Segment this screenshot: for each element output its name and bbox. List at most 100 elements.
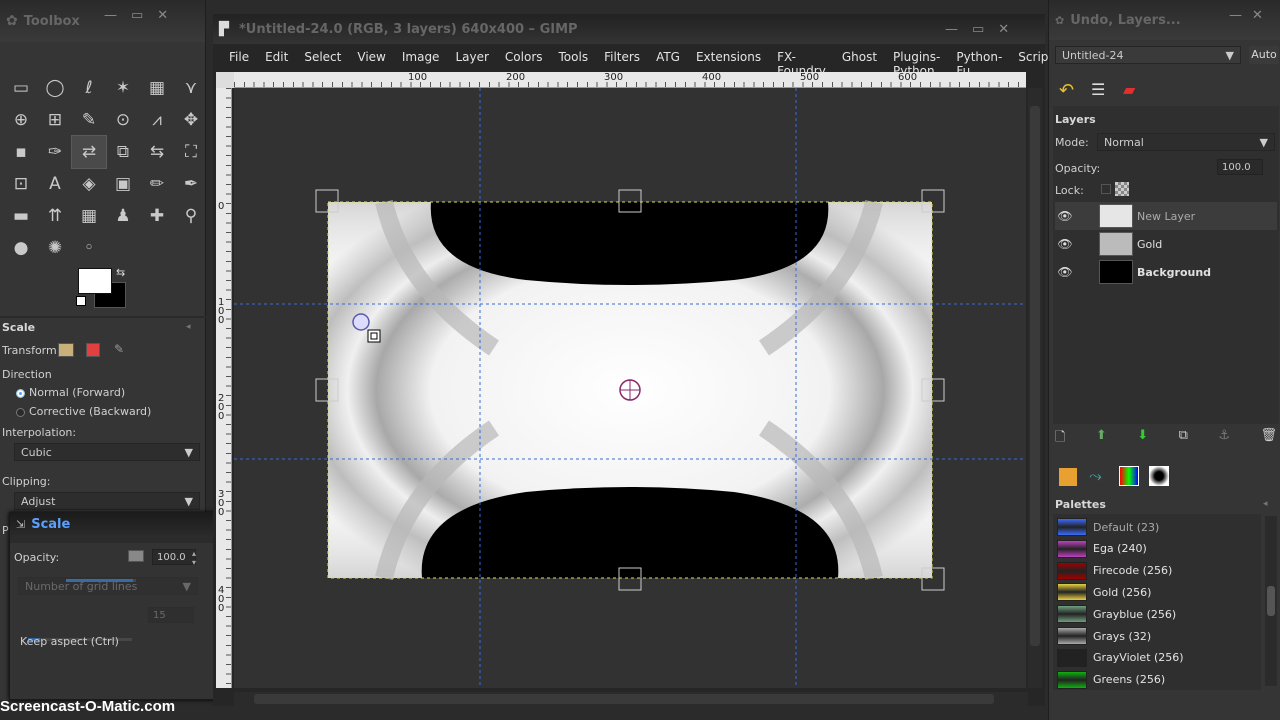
tool-button[interactable]: ✑ bbox=[38, 136, 72, 168]
grid-lines-select[interactable]: Number of grid lines ▼ bbox=[18, 577, 198, 595]
palette-item[interactable]: Ega (240) bbox=[1057, 538, 1263, 560]
direction-forward-radio[interactable]: Normal (Forward) bbox=[16, 386, 125, 399]
layer-row[interactable]: 👁 New Layer bbox=[1055, 202, 1277, 230]
auto-button[interactable]: Auto bbox=[1249, 46, 1279, 64]
tool-button[interactable]: ▦ bbox=[140, 72, 174, 104]
minimize-icon[interactable]: — bbox=[104, 8, 117, 23]
tool-button[interactable]: ◦ bbox=[72, 232, 106, 264]
horizontal-scrollbar[interactable] bbox=[234, 692, 1028, 706]
maximize-icon[interactable]: ▭ bbox=[972, 22, 984, 37]
panel-menu-icon[interactable]: ◂ bbox=[1263, 499, 1268, 509]
tool-button[interactable]: ⊙ bbox=[106, 104, 140, 136]
close-icon[interactable]: ✕ bbox=[1252, 8, 1263, 23]
layer-row[interactable]: 👁 Background bbox=[1055, 258, 1277, 286]
tool-button[interactable]: ✺ bbox=[38, 232, 72, 264]
eye-icon[interactable]: 👁 bbox=[1055, 265, 1075, 279]
scrollbar-thumb[interactable] bbox=[1030, 106, 1040, 646]
panel-menu-icon[interactable]: ◂ bbox=[186, 322, 191, 332]
tool-button[interactable]: ⧉ bbox=[106, 136, 140, 168]
tool-button[interactable]: ⊞ bbox=[38, 104, 72, 136]
undo-history-icon[interactable]: ↶ bbox=[1059, 80, 1074, 101]
tool-button[interactable]: ▬ bbox=[4, 200, 38, 232]
spin-arrows-icon[interactable]: ▴ ▾ bbox=[192, 549, 196, 567]
ruler-corner[interactable] bbox=[216, 72, 234, 88]
tool-button[interactable]: ✒ bbox=[174, 168, 208, 200]
palette-item[interactable]: GrayViolet (256) bbox=[1057, 647, 1263, 669]
foreground-color-front[interactable] bbox=[78, 268, 112, 294]
delete-layer-icon[interactable]: 🗑 bbox=[1260, 428, 1277, 450]
tool-button[interactable]: ✚ bbox=[140, 200, 174, 232]
image-selector[interactable]: Untitled-24 ▼ bbox=[1055, 46, 1241, 64]
minimize-icon[interactable]: — bbox=[1229, 8, 1242, 23]
tool-button[interactable]: ℓ bbox=[72, 72, 106, 104]
grid-lines-spinbox[interactable]: 15 bbox=[148, 607, 194, 623]
palette-item[interactable]: Greens (256) bbox=[1057, 669, 1263, 691]
tool-button[interactable]: ⊡ bbox=[4, 168, 38, 200]
tool-button[interactable]: ▭ bbox=[4, 72, 38, 104]
tool-button[interactable]: ♟ bbox=[106, 200, 140, 232]
minimize-icon[interactable]: — bbox=[945, 22, 958, 37]
eye-icon[interactable]: 👁 bbox=[1055, 209, 1075, 223]
palette-item[interactable]: Grayblue (256) bbox=[1057, 603, 1263, 625]
scrollbar-thumb[interactable] bbox=[1267, 586, 1275, 616]
raise-layer-icon[interactable]: ⬆ bbox=[1096, 428, 1107, 450]
tool-button[interactable]: ◯ bbox=[38, 72, 72, 104]
clipping-select[interactable]: Adjust ▼ bbox=[14, 492, 200, 510]
vertical-ruler[interactable]: 0 100 200 300 400 bbox=[216, 88, 232, 688]
tool-button[interactable]: ⚲ bbox=[174, 200, 208, 232]
lock-alpha-icon[interactable] bbox=[1115, 182, 1129, 196]
layers-tab-icon[interactable]: ☰ bbox=[1091, 80, 1105, 99]
tool-button[interactable]: ⋎ bbox=[174, 72, 208, 104]
tool-button[interactable]: ▦ bbox=[72, 200, 106, 232]
channels-tab-icon[interactable]: ▰ bbox=[1123, 80, 1135, 99]
tool-button[interactable]: ✎ bbox=[72, 104, 106, 136]
pivot-icon[interactable] bbox=[619, 379, 641, 401]
scrollbar-thumb[interactable] bbox=[254, 694, 994, 704]
opacity-slider-handle[interactable] bbox=[128, 550, 144, 562]
palettes-tab-icon[interactable] bbox=[1119, 466, 1139, 486]
vertical-scrollbar[interactable] bbox=[1028, 88, 1042, 688]
layer-opacity-spinbox[interactable]: 100.0 bbox=[1217, 159, 1263, 175]
tool-button[interactable]: ✥ bbox=[174, 104, 208, 136]
tool-button[interactable]: ⩘ bbox=[140, 104, 174, 136]
tool-button[interactable]: ⇈ bbox=[38, 200, 72, 232]
palette-item[interactable]: Firecode (256) bbox=[1057, 560, 1263, 582]
tool-button[interactable]: ⇄ bbox=[71, 135, 107, 169]
tool-button[interactable]: ◈ bbox=[72, 168, 106, 200]
transform-selection-icon[interactable] bbox=[86, 343, 100, 357]
reset-colors-icon[interactable] bbox=[76, 296, 86, 306]
new-layer-icon[interactable]: 🗋 bbox=[1055, 428, 1065, 450]
anchor-layer-icon[interactable]: ⚓ bbox=[1218, 428, 1230, 450]
opacity-spinbox[interactable]: 100.0 bbox=[152, 549, 196, 565]
canvas-area[interactable] bbox=[234, 88, 1026, 688]
interpolation-select[interactable]: Cubic ▼ bbox=[14, 443, 200, 461]
close-icon[interactable]: ✕ bbox=[998, 22, 1009, 37]
tool-button[interactable]: A bbox=[38, 168, 72, 200]
swap-colors-icon[interactable]: ⇆ bbox=[116, 266, 125, 279]
gradients-tab-icon[interactable]: ⤳ bbox=[1089, 466, 1102, 486]
palette-item[interactable]: Gold (256) bbox=[1057, 581, 1263, 603]
patterns-tab-icon[interactable] bbox=[1059, 468, 1077, 486]
tool-button[interactable]: ✶ bbox=[106, 72, 140, 104]
lock-pixels-checkbox[interactable] bbox=[1101, 184, 1111, 194]
transform-layer-icon[interactable] bbox=[58, 343, 74, 357]
lower-layer-icon[interactable]: ⬇ bbox=[1137, 428, 1148, 450]
mode-select[interactable]: Normal ▼ bbox=[1097, 133, 1275, 151]
layer-row[interactable]: 👁 Gold bbox=[1055, 230, 1277, 258]
eye-icon[interactable]: 👁 bbox=[1055, 237, 1075, 251]
close-icon[interactable]: ✕ bbox=[157, 8, 168, 23]
duplicate-layer-icon[interactable]: ⧉ bbox=[1179, 428, 1188, 450]
tool-button[interactable]: ▣ bbox=[106, 168, 140, 200]
brushes-tab-icon[interactable] bbox=[1149, 466, 1169, 486]
tool-button[interactable]: ⛶ bbox=[174, 136, 208, 168]
direction-backward-radio[interactable]: Corrective (Backward) bbox=[16, 405, 151, 418]
palette-item[interactable]: Grays (32) bbox=[1057, 625, 1263, 647]
canvas-svg[interactable] bbox=[234, 88, 1026, 688]
tool-button[interactable]: ⇆ bbox=[140, 136, 174, 168]
tool-button[interactable]: ⊕ bbox=[4, 104, 38, 136]
palette-item[interactable]: Default (23) bbox=[1057, 516, 1263, 538]
maximize-icon[interactable]: ▭ bbox=[131, 8, 143, 23]
tool-button[interactable]: ▪ bbox=[4, 136, 38, 168]
transform-path-icon[interactable]: ✎ bbox=[114, 342, 124, 356]
tool-button[interactable]: ✏ bbox=[140, 168, 174, 200]
